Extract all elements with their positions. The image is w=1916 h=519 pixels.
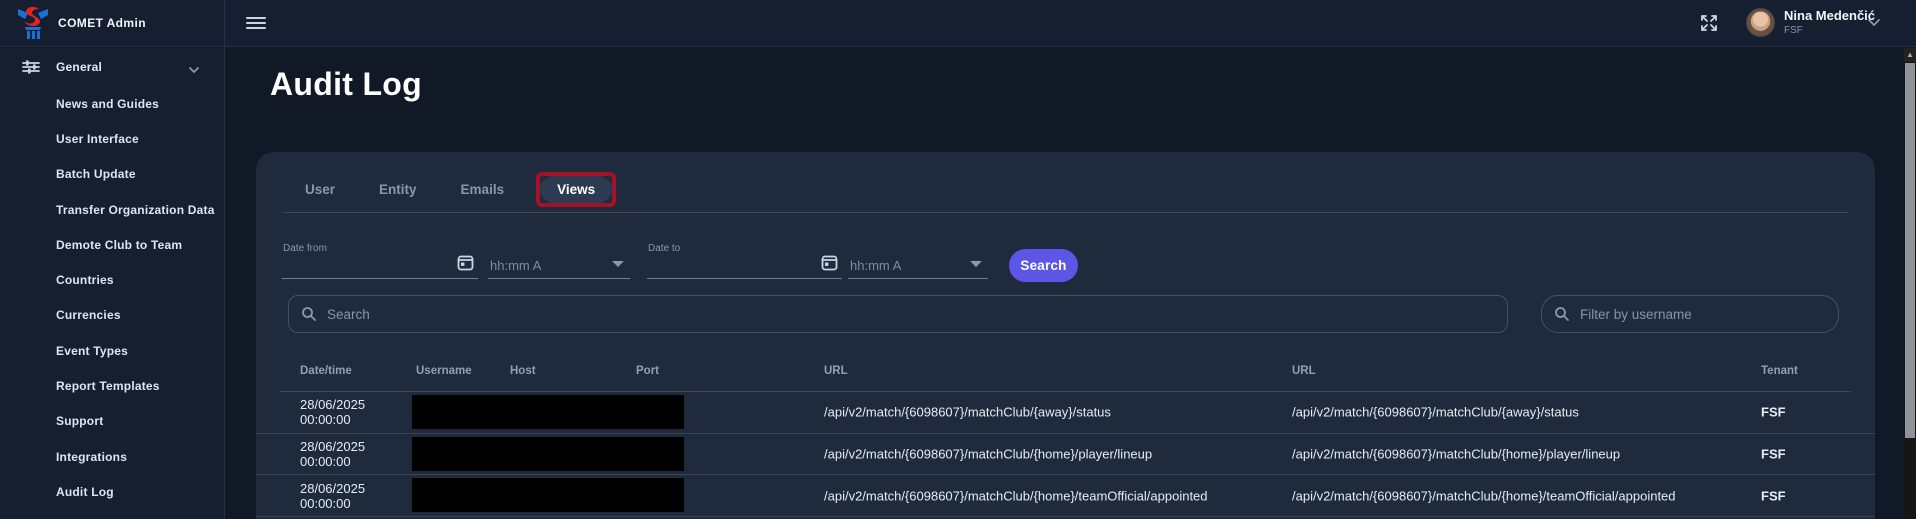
app-title: COMET Admin [58, 16, 146, 30]
sidebar-item[interactable]: Currencies [0, 298, 224, 333]
time-to-field [848, 245, 988, 279]
redacted-cell [412, 478, 684, 512]
cell-tenant: FSF [1761, 488, 1786, 503]
date-to-input[interactable] [647, 245, 842, 278]
user-avatar[interactable] [1746, 8, 1775, 37]
date-from-input[interactable] [282, 245, 478, 278]
cell-datetime: 28/06/2025 00:00:00 [300, 439, 365, 469]
sidebar-section-general[interactable]: General [0, 48, 224, 86]
time-dropdown-arrow-icon[interactable] [970, 261, 982, 267]
cell-url: /api/v2/match/{6098607}/matchClub/{away}… [824, 405, 1111, 420]
search-box [288, 295, 1508, 333]
sidebar-item[interactable]: Countries [0, 262, 224, 297]
sidebar: General News and GuidesUser InterfaceBat… [0, 48, 224, 519]
col-header-url: URL [824, 365, 848, 377]
cell-url: /api/v2/match/{6098607}/matchClub/{home}… [1292, 488, 1676, 503]
cell-tenant: FSF [1761, 447, 1786, 462]
username-filter-input[interactable] [1570, 296, 1838, 332]
table-row: 28/06/2025 00:00:00 /api/v2/match/{60986… [256, 434, 1875, 476]
sliders-icon [22, 59, 40, 75]
comet-logo-icon [14, 5, 52, 41]
scrollbar[interactable]: ▲ [1904, 48, 1916, 519]
username-filter-box [1541, 295, 1839, 333]
tab-entity[interactable]: Entity [357, 172, 439, 206]
page-title: Audit Log [270, 66, 422, 103]
col-header-datetime: Date/time [300, 365, 352, 377]
table-body: 28/06/2025 00:00:00 /api/v2/match/{60986… [256, 392, 1875, 517]
cell-datetime: 28/06/2025 00:00:00 [300, 397, 365, 427]
time-dropdown-arrow-icon[interactable] [612, 261, 624, 267]
table-row: 28/06/2025 00:00:00 /api/v2/match/{60986… [256, 475, 1875, 517]
tab-user[interactable]: User [283, 172, 357, 206]
tab-emails[interactable]: Emails [439, 172, 527, 206]
tab-views[interactable]: Views [540, 176, 612, 203]
audit-log-card: User Entity Emails Views Date from Date … [256, 152, 1875, 519]
sidebar-item[interactable]: Integrations [0, 439, 224, 474]
cell-url: /api/v2/match/{6098607}/matchClub/{home}… [824, 447, 1152, 462]
table-header-row: Date/time Username Host Port URL URL Ten… [256, 355, 1875, 392]
search-input[interactable] [317, 296, 1507, 332]
hamburger-menu-icon[interactable] [246, 14, 266, 32]
sidebar-item[interactable]: Event Types [0, 333, 224, 368]
user-menu-chevron-down-icon[interactable] [1866, 16, 1884, 30]
sidebar-item[interactable]: Demote Club to Team [0, 227, 224, 262]
scrollbar-thumb[interactable] [1905, 63, 1915, 438]
tabs-divider [283, 212, 1848, 213]
col-header-host: Host [510, 365, 536, 377]
sidebar-section-label: General [56, 60, 102, 74]
cell-url: /api/v2/match/{6098607}/matchClub/{home}… [1292, 447, 1620, 462]
col-header-port: Port [636, 365, 659, 377]
click-highlight-annotation: Views [536, 172, 616, 207]
sidebar-item[interactable]: User Interface [0, 121, 224, 156]
table-row: 28/06/2025 00:00:00 /api/v2/match/{60986… [256, 392, 1875, 434]
top-bar: COMET Admin Nina Medenčić FSF [0, 0, 1916, 47]
section-chevron-down-icon [188, 62, 200, 71]
date-from-field [282, 245, 478, 279]
sidebar-divider [224, 0, 225, 519]
cell-tenant: FSF [1761, 405, 1786, 420]
redacted-cell [412, 437, 684, 471]
sidebar-menu: News and GuidesUser InterfaceBatch Updat… [0, 86, 224, 510]
col-header-username: Username [416, 365, 472, 377]
time-to-input[interactable] [848, 245, 988, 278]
sidebar-item[interactable]: News and Guides [0, 86, 224, 121]
cell-url: /api/v2/match/{6098607}/matchClub/{away}… [1292, 405, 1579, 420]
redacted-cell [412, 395, 684, 429]
cell-datetime: 28/06/2025 00:00:00 [300, 481, 365, 511]
tab-bar: User Entity Emails Views [283, 172, 616, 206]
time-from-input[interactable] [488, 245, 630, 278]
sidebar-item[interactable]: Report Templates [0, 368, 224, 403]
sidebar-item[interactable]: Batch Update [0, 157, 224, 192]
scrollbar-up-arrow-icon[interactable]: ▲ [1904, 48, 1916, 62]
calendar-icon[interactable] [457, 254, 474, 271]
col-header-url: URL [1292, 365, 1316, 377]
user-organization: FSF [1784, 25, 1803, 36]
sidebar-item[interactable]: Support [0, 404, 224, 439]
col-header-tenant: Tenant [1761, 365, 1798, 377]
search-icon [1554, 306, 1570, 322]
calendar-icon[interactable] [821, 254, 838, 271]
cell-url: /api/v2/match/{6098607}/matchClub/{home}… [824, 488, 1208, 503]
date-to-field [647, 245, 842, 279]
search-icon [301, 306, 317, 322]
sidebar-item[interactable]: Transfer Organization Data [0, 192, 224, 227]
fullscreen-icon[interactable] [1699, 13, 1719, 33]
sidebar-item[interactable]: Audit Log [0, 474, 224, 509]
user-name: Nina Medenčić [1784, 8, 1875, 23]
search-button[interactable]: Search [1009, 249, 1078, 282]
time-from-field [488, 245, 630, 279]
